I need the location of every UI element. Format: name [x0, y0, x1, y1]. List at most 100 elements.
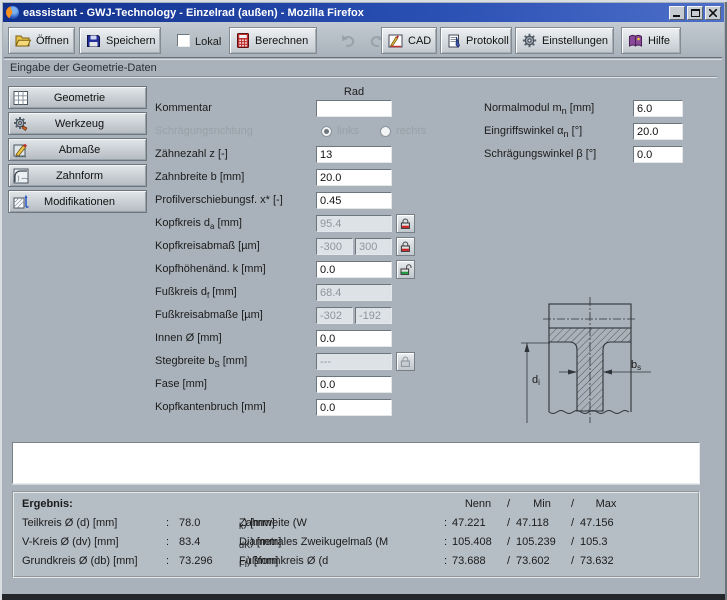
normalmodul-label: Normalmodul mn [mm]	[484, 102, 594, 116]
rad-column-header: Rad	[316, 86, 392, 98]
stegbreite-lock-button	[396, 352, 415, 371]
zweikugelmass-nenn: 105.408	[452, 536, 504, 548]
form-row-kopfkantenbruch: Kopfkantenbruch [mm]	[0, 399, 480, 416]
save-button[interactable]: Speichern	[79, 27, 161, 54]
kopfkreis-label: Kopfkreis da [mm]	[155, 217, 242, 231]
section-title: Eingabe der Geometrie-Daten	[10, 62, 157, 74]
local-checkbox-label: Lokal	[195, 36, 221, 48]
open-folder-icon	[15, 34, 31, 48]
gear-cross-section-drawing: di bs	[505, 295, 720, 435]
results-panel: Ergebnis: Nenn / Min / Max Teilkreis Ø (…	[12, 491, 700, 578]
form-row-profilverschiebung: Profilverschiebungsf. x* [-]	[0, 192, 480, 209]
unlocked-green-icon	[399, 263, 412, 276]
minimize-icon	[673, 9, 681, 17]
zweikugelmass-min: 105.239	[516, 536, 568, 548]
save-button-label: Speichern	[106, 35, 156, 47]
calculate-button-label: Berechnen	[255, 35, 308, 47]
settings-gear-icon	[522, 33, 537, 48]
cad-drawing-icon	[388, 34, 403, 48]
zahnbreite-input[interactable]	[316, 169, 392, 186]
form-row-fusskreis: Fußkreis df [mm]	[0, 284, 480, 301]
di-dimension-label: di	[532, 374, 540, 387]
maximize-button[interactable]	[687, 6, 703, 20]
fussformkreis-nenn: 73.688	[452, 555, 504, 567]
locked-red-icon	[399, 217, 412, 230]
kopfhoehenaenderung-lock-button[interactable]	[396, 260, 415, 279]
zahnweite-max: 47.156	[580, 517, 632, 529]
undo-button[interactable]	[334, 28, 362, 53]
zweikugelmass-max: 105.3	[580, 536, 632, 548]
results-col-nenn: Nenn	[452, 498, 504, 510]
undo-icon	[340, 34, 356, 48]
zahnweite-nenn: 47.221	[452, 517, 504, 529]
cad-button[interactable]: CAD	[381, 27, 437, 54]
calculator-icon	[236, 33, 250, 48]
vkreis-label: V-Kreis Ø (dv) [mm]	[22, 536, 119, 548]
calculate-button[interactable]: Berechnen	[229, 27, 317, 54]
locked-gray-icon	[399, 355, 412, 368]
zahnbreite-label: Zahnbreite b [mm]	[155, 171, 244, 183]
teilkreis-value: 78.0	[179, 517, 200, 529]
profilverschiebung-input[interactable]	[316, 192, 392, 209]
profilverschiebung-label: Profilverschiebungsf. x* [-]	[155, 194, 283, 206]
minimize-button[interactable]	[669, 6, 685, 20]
kopfkreis-lock-button[interactable]	[396, 214, 415, 233]
maximize-icon	[691, 8, 700, 17]
help-button[interactable]: Hilfe	[621, 27, 681, 54]
form-row-schraegungswinkel: Schrägungswinkel β [°]	[0, 146, 727, 163]
floppy-disk-icon	[86, 34, 101, 48]
bs-dimension-label: bs	[631, 359, 641, 372]
settings-button-label: Einstellungen	[542, 35, 608, 47]
message-area	[12, 442, 700, 484]
fusskreis-input	[316, 284, 392, 301]
schraegungswinkel-input[interactable]	[633, 146, 683, 163]
cad-button-label: CAD	[408, 35, 431, 47]
stegbreite-label: Stegbreite bS [mm]	[155, 355, 247, 369]
open-button[interactable]: Öffnen	[8, 27, 75, 54]
close-button[interactable]	[705, 6, 721, 20]
kopfkreisabmass-lock-button[interactable]	[396, 237, 415, 256]
results-col-min: Min	[516, 498, 568, 510]
results-heading: Ergebnis:	[22, 498, 73, 510]
section-divider	[8, 76, 717, 78]
form-row-eingriffswinkel: Eingriffswinkel αn [°]	[0, 123, 727, 140]
fussformkreis-min: 73.602	[516, 555, 568, 567]
zahnweite-label: Zahnweite (Wk) [mm]	[239, 517, 244, 531]
eingriffswinkel-label: Eingriffswinkel αn [°]	[484, 125, 582, 139]
fase-input[interactable]	[316, 376, 392, 393]
kopfkantenbruch-input[interactable]	[316, 399, 392, 416]
stegbreite-input	[316, 353, 392, 370]
fusskreis-label: Fußkreis df [mm]	[155, 286, 237, 300]
kopfhoehenaenderung-input[interactable]	[316, 261, 392, 278]
local-checkbox[interactable]	[177, 34, 190, 47]
settings-button[interactable]: Einstellungen	[515, 27, 614, 54]
protocol-button[interactable]: Protokoll	[440, 27, 512, 54]
kopfkantenbruch-label: Kopfkantenbruch [mm]	[155, 401, 266, 413]
zweikugelmass-label: Diametrales Zweikugelmaß (MdK) [mm]	[239, 536, 250, 550]
locked-red-icon	[399, 240, 412, 253]
grundkreis-label: Grundkreis Ø (db) [mm]	[22, 555, 138, 567]
results-col-max: Max	[580, 498, 632, 510]
close-icon	[709, 9, 717, 17]
zahnweite-min: 47.118	[516, 517, 568, 529]
toolbar-separator	[4, 57, 722, 60]
innendurchmesser-label: Innen Ø [mm]	[155, 332, 222, 344]
innendurchmesser-input[interactable]	[316, 330, 392, 347]
title-bar[interactable]: eassistant - GWJ-Technology - Einzelrad …	[3, 3, 724, 22]
schraegungswinkel-label: Schrägungswinkel β [°]	[484, 148, 596, 160]
grundkreis-value: 73.296	[179, 555, 213, 567]
form-row-innendurchmesser: Innen Ø [mm]	[0, 330, 480, 347]
kopfkreisabmass-lower-input	[316, 238, 353, 255]
results-col-sep: /	[571, 498, 574, 510]
eingriffswinkel-input[interactable]	[633, 123, 683, 140]
form-row-fase: Fase [mm]	[0, 376, 480, 393]
app-window: eassistant - GWJ-Technology - Einzelrad …	[0, 0, 727, 600]
help-button-label: Hilfe	[648, 35, 670, 47]
protocol-button-label: Protokoll	[466, 35, 509, 47]
teilkreis-label: Teilkreis Ø (d) [mm]	[22, 517, 117, 529]
fase-label: Fase [mm]	[155, 378, 207, 390]
fusskreisabmass-upper-input	[355, 307, 392, 324]
normalmodul-input[interactable]	[633, 100, 683, 117]
fussformkreis-label: Fußformkreis Ø (dFf) [mm]	[239, 555, 247, 569]
fusskreisabmass-lower-input	[316, 307, 353, 324]
